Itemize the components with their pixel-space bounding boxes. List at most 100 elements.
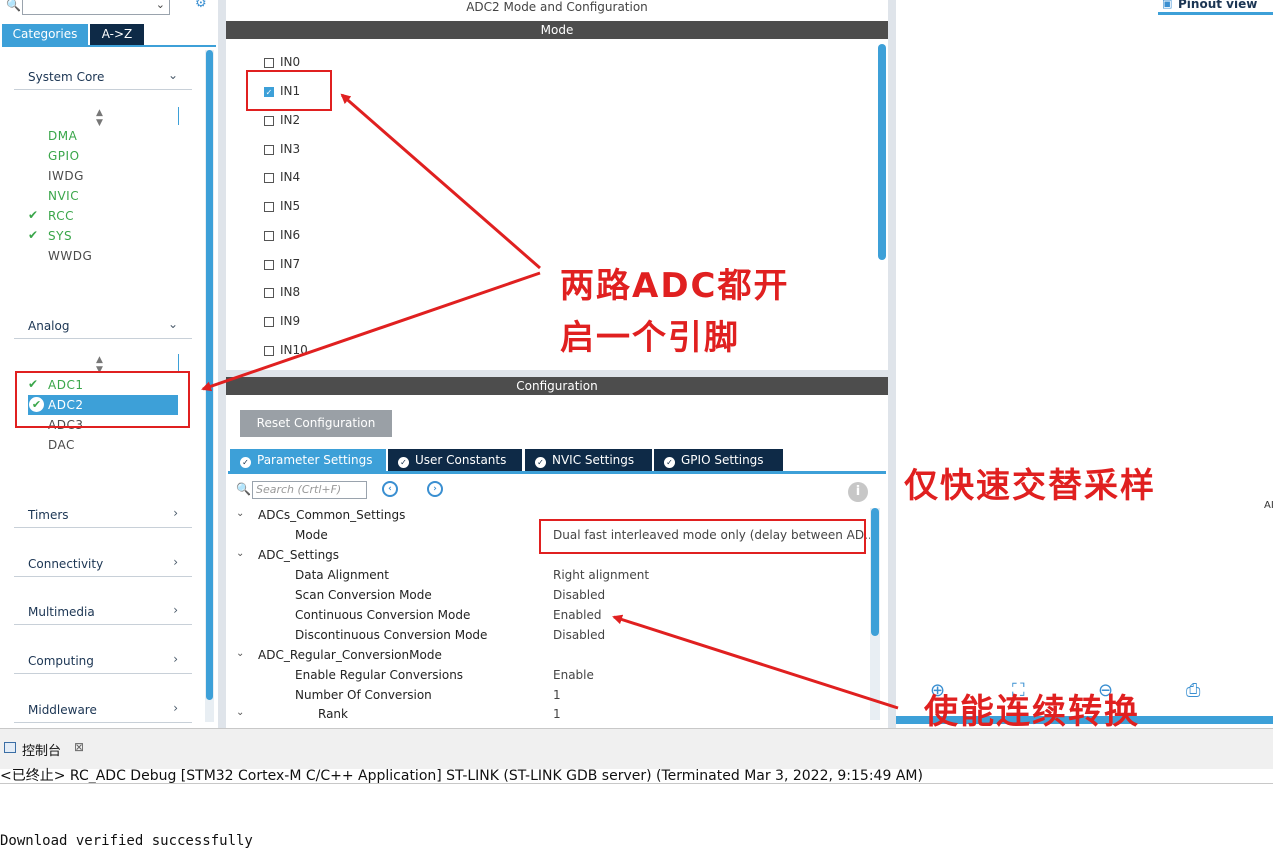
param-scan-conversion-mode-value[interactable]: Disabled — [553, 588, 605, 602]
scroll-marker — [178, 107, 179, 125]
gear-icon[interactable]: ⚙ — [195, 0, 207, 11]
param-discontinuous-conversion-mode[interactable]: Discontinuous Conversion Mode — [226, 628, 526, 646]
tab-categories[interactable]: Categories — [2, 24, 88, 45]
checkbox[interactable] — [264, 231, 274, 241]
checkbox[interactable] — [264, 173, 274, 183]
next-match-icon[interactable]: › — [427, 481, 443, 497]
chevron-down-icon[interactable]: ⌄ — [168, 68, 178, 82]
param-number-of-conversion[interactable]: Number Of Conversion — [226, 688, 526, 706]
reset-configuration-button[interactable]: Reset Configuration — [240, 410, 392, 437]
section-system-core[interactable]: System Core ⌄ — [14, 66, 192, 90]
param-label: Number Of Conversion — [295, 688, 432, 702]
param-scan-conversion-mode[interactable]: Scan Conversion Mode — [226, 588, 526, 606]
collapse-icon[interactable]: ⌄ — [236, 548, 244, 559]
input-label: IN3 — [280, 142, 301, 156]
section-multimedia[interactable]: Multimedia › — [14, 601, 192, 625]
tab-gpio-settings[interactable]: ✓ GPIO Settings — [654, 449, 783, 471]
splitter[interactable] — [218, 0, 226, 728]
param-data-alignment[interactable]: Data Alignment — [226, 568, 526, 586]
checkbox[interactable] — [264, 260, 274, 270]
sort-icon[interactable]: ▲ ▼ — [96, 108, 103, 128]
checkbox[interactable] — [264, 145, 274, 155]
collapse-icon[interactable]: ⌄ — [236, 508, 244, 519]
param-enable-regular-conversions[interactable]: Enable Regular Conversions — [226, 668, 526, 686]
console-tab-title[interactable]: 控制台 — [22, 740, 61, 759]
param-enable-regular-conversions-value[interactable]: Enable — [553, 668, 594, 682]
tab-parameter-settings[interactable]: ✓ Parameter Settings — [230, 449, 386, 471]
param-label: Data Alignment — [295, 568, 389, 582]
splitter[interactable] — [226, 370, 888, 377]
category-item-sys[interactable]: SYS — [48, 229, 72, 243]
category-item-nvic[interactable]: NVIC — [48, 189, 79, 203]
info-icon[interactable]: i — [848, 482, 868, 502]
category-item-wwdg[interactable]: WWDG — [48, 249, 92, 263]
group-label: ADC_Regular_ConversionMode — [258, 648, 442, 662]
search-icon[interactable]: 🔍 — [6, 0, 21, 12]
splitter[interactable] — [888, 0, 896, 728]
group-label: ADC_Settings — [258, 548, 340, 562]
chevron-right-icon[interactable]: › — [173, 555, 178, 569]
param-continuous-conversion-mode[interactable]: Continuous Conversion Mode — [226, 608, 526, 626]
section-label: Multimedia — [28, 605, 95, 619]
tab-label: User Constants — [415, 453, 507, 467]
tree-group-adc-settings[interactable]: ⌄ ADC_Settings — [226, 548, 556, 566]
section-label: Connectivity — [28, 557, 104, 571]
tab-nvic-settings[interactable]: ✓ NVIC Settings — [525, 449, 652, 471]
checkbox[interactable] — [264, 202, 274, 212]
tab-user-constants[interactable]: ✓ User Constants — [388, 449, 522, 471]
category-item-gpio[interactable]: GPIO — [48, 149, 80, 163]
category-item-dac[interactable]: DAC — [48, 438, 75, 452]
tab-pinout-view[interactable]: ▣ Pinout view — [1158, 0, 1273, 15]
search-icon[interactable]: 🔍 — [236, 482, 251, 496]
collapse-icon[interactable]: ⌄ — [236, 707, 244, 718]
scrollbar-thumb[interactable] — [206, 50, 213, 700]
section-analog[interactable]: Analog ⌄ — [14, 315, 192, 339]
mode-scrollbar-thumb[interactable] — [878, 44, 886, 260]
divider — [0, 783, 1273, 784]
category-item-rcc[interactable]: RCC — [48, 209, 74, 223]
scrollbar-thumb[interactable] — [871, 508, 879, 636]
section-label: Analog — [28, 319, 70, 333]
tree-group-adcs-common-settings[interactable]: ⌄ ADCs_Common_Settings — [226, 508, 556, 526]
checkbox[interactable] — [264, 116, 274, 126]
category-item-dma[interactable]: DMA — [48, 129, 77, 143]
previous-match-icon[interactable]: ‹ — [382, 481, 398, 497]
check-circle-icon: ✓ — [240, 457, 251, 468]
tab-label: GPIO Settings — [681, 453, 764, 467]
chevron-down-icon[interactable]: ⌄ — [168, 317, 178, 331]
tab-underline — [228, 471, 886, 474]
annotation-text-both-adc-line2: 启一个引脚 — [560, 318, 740, 358]
annotation-text-continuous: 使能连续转换 — [924, 692, 1140, 732]
scroll-marker — [178, 354, 179, 372]
param-discontinuous-conversion-mode-value[interactable]: Disabled — [553, 628, 605, 642]
chevron-down-icon[interactable]: ⌄ — [156, 0, 165, 11]
chevron-right-icon[interactable]: › — [173, 652, 178, 666]
param-data-alignment-value[interactable]: Right alignment — [553, 568, 649, 582]
panel-title: ADC2 Mode and Configuration — [466, 0, 648, 14]
checkbox[interactable] — [264, 58, 274, 68]
chevron-right-icon[interactable]: › — [173, 603, 178, 617]
param-number-of-conversion-value[interactable]: 1 — [553, 688, 561, 702]
param-rank[interactable]: ⌄ Rank — [226, 707, 526, 721]
section-computing[interactable]: Computing › — [14, 650, 192, 674]
category-item-iwdg[interactable]: IWDG — [48, 169, 84, 183]
chevron-right-icon[interactable]: › — [173, 701, 178, 715]
param-rank-value[interactable]: 1 — [553, 707, 561, 721]
collapse-icon[interactable]: ⌄ — [236, 648, 244, 659]
section-middleware[interactable]: Middleware › — [14, 699, 192, 723]
checkbox[interactable] — [264, 317, 274, 327]
param-continuous-conversion-mode-value[interactable]: Enabled — [553, 608, 602, 622]
chevron-right-icon[interactable]: › — [173, 506, 178, 520]
section-timers[interactable]: Timers › — [14, 504, 192, 528]
close-icon[interactable]: ⊠ — [74, 740, 84, 754]
tree-group-adc-regular-conversionmode[interactable]: ⌄ ADC_Regular_ConversionMode — [226, 648, 556, 666]
export-icon[interactable]: ⎙ — [1186, 680, 1200, 701]
checkbox[interactable] — [264, 288, 274, 298]
category-search-input[interactable]: ⌄ — [22, 0, 170, 15]
parameter-search-input[interactable]: Search (Crtl+F) — [252, 481, 367, 499]
param-label: Discontinuous Conversion Mode — [295, 628, 488, 642]
tab-a-z[interactable]: A->Z — [90, 24, 144, 45]
section-connectivity[interactable]: Connectivity › — [14, 553, 192, 577]
checkbox[interactable] — [264, 346, 274, 356]
param-mode[interactable]: Mode — [226, 528, 526, 546]
